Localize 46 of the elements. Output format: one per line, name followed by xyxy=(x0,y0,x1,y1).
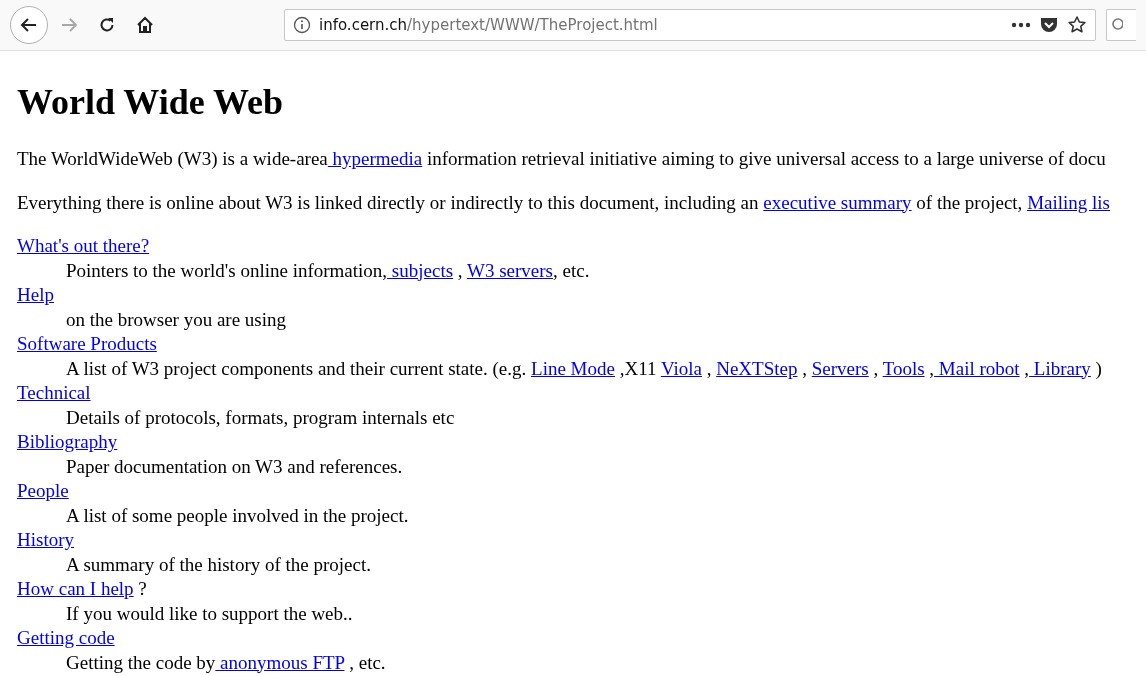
hyperlink[interactable]: History xyxy=(17,529,74,550)
hyperlink[interactable]: Help xyxy=(17,284,54,305)
home-icon xyxy=(135,15,155,35)
term-description: on the browser you are using xyxy=(66,307,287,332)
hyperlink[interactable]: How can I help xyxy=(17,578,134,599)
search-field[interactable] xyxy=(1106,9,1136,41)
hyperlink[interactable]: NeXTStep xyxy=(716,357,798,379)
term-description: If you would like to support the web.. xyxy=(66,601,353,626)
more-icon[interactable] xyxy=(1011,22,1031,28)
page-heading: World Wide Web xyxy=(17,81,285,123)
back-button[interactable] xyxy=(10,6,48,44)
hyperlink[interactable]: Line Mode xyxy=(531,357,615,379)
hyperlink[interactable]: Mailing lis xyxy=(1027,191,1110,213)
hyperlink[interactable]: Servers xyxy=(811,357,869,379)
list-term: How can I help ? xyxy=(17,577,147,601)
search-icon xyxy=(1111,17,1123,33)
info-icon[interactable] xyxy=(293,16,311,34)
term-description: A list of some people involved in the project. xyxy=(66,503,409,528)
hyperlink[interactable]: Viola xyxy=(660,357,702,379)
term-description: A list of W3 project components and their current state. (e.g. Line Mode ,X11 Viola , NeXTStep , Servers , Tools , Mail robot , Library ) xyxy=(66,356,1102,381)
address-bar[interactable]: info.cern.ch/hypertext/WWW/TheProject.html xyxy=(284,9,1096,41)
url-text: info.cern.ch/hypertext/WWW/TheProject.html xyxy=(319,16,659,34)
term-description: Details of protocols, formats, program internals etc xyxy=(66,405,455,430)
hyperlink[interactable]: hypermedia xyxy=(327,148,423,169)
hyperlink[interactable]: executive summary xyxy=(763,191,912,213)
hyperlink[interactable]: Tools xyxy=(882,357,925,379)
hyperlink[interactable]: Software Products xyxy=(17,333,157,354)
term-description: A summary of the history of the project. xyxy=(66,552,371,577)
hyperlink[interactable]: anonymous FTP xyxy=(215,651,345,673)
hyperlink[interactable]: Bibliography xyxy=(17,431,118,452)
hyperlink[interactable]: subjects xyxy=(387,259,454,281)
hyperlink[interactable]: What's out there? xyxy=(17,235,150,256)
term-description: Pointers to the world's online information, subjects , W3 servers, etc. xyxy=(66,258,590,283)
term-description: Paper documentation on W3 and references. xyxy=(66,454,403,479)
term-description: Getting the code by anonymous FTP , etc. xyxy=(66,650,386,675)
hyperlink[interactable]: Getting code xyxy=(17,627,115,648)
paragraph: The WorldWideWeb (W3) is a wide-area hypermedia information retrieval initiative aiming to give universal access to a large universe of docu xyxy=(17,147,1107,171)
pocket-icon[interactable] xyxy=(1039,16,1059,34)
hyperlink[interactable]: People xyxy=(17,480,69,501)
paragraph: Everything there is online about W3 is linked directly or indirectly to this document, including an executive summary of the project, Mailing lis xyxy=(17,190,1111,215)
hyperlink[interactable]: Library xyxy=(1029,357,1091,379)
reload-icon xyxy=(98,16,116,34)
hyperlink[interactable]: Technical xyxy=(17,382,91,403)
hyperlink[interactable]: W3 servers xyxy=(467,259,553,281)
star-icon[interactable] xyxy=(1067,15,1087,35)
hyperlink[interactable]: Mail robot xyxy=(934,357,1020,379)
